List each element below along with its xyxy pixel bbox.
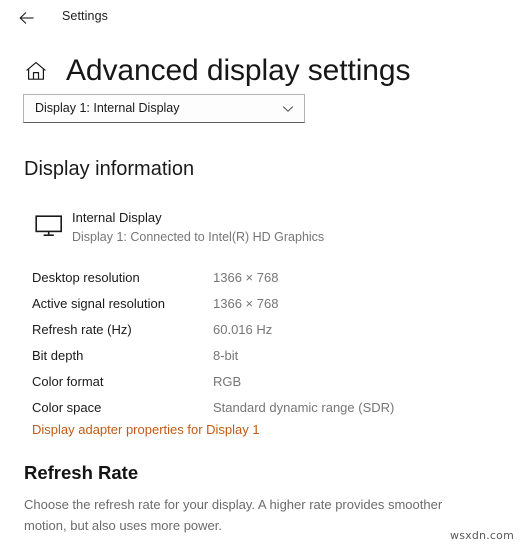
info-label: Active signal resolution (32, 296, 165, 311)
info-label: Refresh rate (Hz) (32, 322, 132, 337)
table-row: Refresh rate (Hz) 60.016 Hz (24, 317, 494, 343)
table-row: Color format RGB (24, 369, 494, 395)
table-row: Bit depth 8-bit (24, 343, 494, 369)
back-arrow-icon (18, 10, 36, 26)
info-value: Standard dynamic range (SDR) (213, 400, 395, 415)
info-label: Color format (32, 374, 104, 389)
monitor-summary: Internal Display Display 1: Connected to… (24, 208, 484, 250)
info-value: 1366 × 768 (213, 270, 279, 285)
info-value: RGB (213, 374, 242, 389)
page-title: Advanced display settings (66, 54, 411, 87)
app-name-label: Settings (62, 9, 108, 23)
monitor-subtitle: Display 1: Connected to Intel(R) HD Grap… (72, 230, 325, 244)
table-row: Color space Standard dynamic range (SDR) (24, 395, 494, 421)
display-selector-value: Display 1: Internal Display (35, 101, 180, 115)
chevron-down-icon (282, 104, 294, 114)
refresh-rate-heading: Refresh Rate (24, 462, 139, 483)
info-value: 1366 × 768 (213, 296, 279, 311)
info-label: Desktop resolution (32, 270, 140, 285)
home-button[interactable] (22, 57, 50, 85)
display-selector-dropdown[interactable]: Display 1: Internal Display (23, 94, 305, 123)
display-information-heading: Display information (24, 158, 195, 180)
table-row: Active signal resolution 1366 × 768 (24, 291, 494, 317)
back-button[interactable] (10, 4, 44, 32)
watermark: wsxdn.com (450, 529, 514, 542)
info-label: Bit depth (32, 348, 84, 363)
refresh-rate-description: Choose the refresh rate for your display… (24, 497, 443, 533)
page-header: Advanced display settings (0, 50, 520, 94)
monitor-name: Internal Display (72, 210, 162, 225)
monitor-icon (34, 214, 64, 238)
home-icon (25, 61, 47, 81)
info-value: 8-bit (213, 348, 239, 363)
display-adapter-properties-link[interactable]: Display adapter properties for Display 1 (32, 420, 260, 440)
info-value: 60.016 Hz (213, 322, 273, 337)
title-bar: Settings (0, 0, 520, 36)
info-label: Color space (32, 400, 102, 415)
table-row: Desktop resolution 1366 × 768 (24, 265, 494, 291)
display-information-list: Desktop resolution 1366 × 768 Active sig… (24, 265, 494, 421)
